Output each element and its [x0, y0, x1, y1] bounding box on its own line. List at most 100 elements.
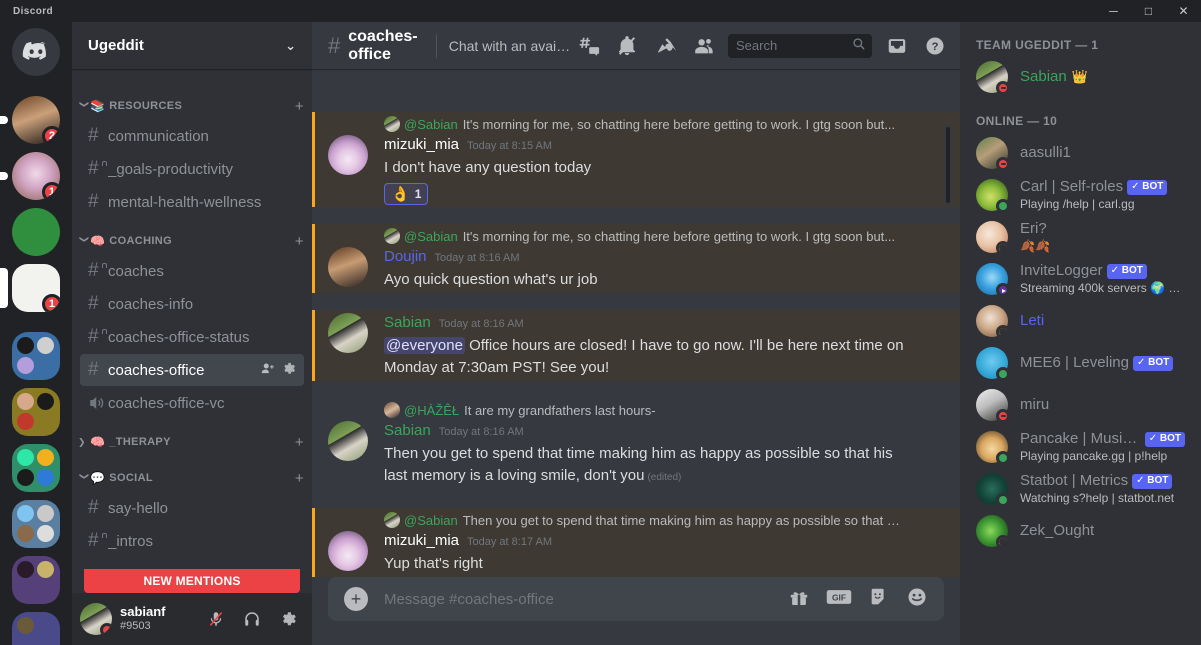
maximize-button[interactable]: □ — [1131, 0, 1166, 22]
server-folder-folder-green[interactable] — [12, 444, 60, 492]
gift-icon[interactable] — [788, 586, 810, 613]
reply-context[interactable]: @Sabian It's morning for me, so chatting … — [384, 114, 912, 134]
channel-coaches[interactable]: # coaches — [80, 255, 304, 287]
message-header: mizuki_mia Today at 8:15 AM — [384, 134, 912, 157]
scrollbar-thumb[interactable] — [944, 125, 952, 205]
channel-coaches-info[interactable]: # coaches-info — [80, 288, 304, 320]
channel-coaches-office-vc[interactable]: coaches-office-vc — [80, 387, 304, 419]
emoji-icon[interactable] — [906, 586, 928, 613]
category-emoji: 📚 — [90, 99, 106, 113]
reply-avatar — [384, 116, 400, 132]
reply-context[interactable]: @HÀŽÊŁ It are my grandfathers last hours- — [384, 400, 912, 420]
message-content: Sabian Today at 8:16 AM Then you get to sp… — [384, 420, 912, 489]
user-identity[interactable]: sabianf #9503 — [120, 604, 166, 633]
member-mee6[interactable]: MEE6 | Leveling ✓ BOT — [968, 342, 1193, 384]
server-icon-home[interactable] — [12, 28, 60, 76]
create-channel-icon[interactable]: + — [295, 98, 304, 115]
attach-file-icon[interactable]: + — [344, 587, 368, 611]
member-zek_ought[interactable]: Zek_Ought — [968, 510, 1193, 552]
channel-coaches-office[interactable]: # coaches-office — [80, 354, 304, 386]
new-mentions-banner[interactable]: NEW MENTIONS — [84, 569, 300, 593]
create-channel-icon[interactable]: + — [295, 434, 304, 451]
server-folder-folder-blue[interactable] — [12, 332, 60, 380]
server-folder-folder-purple[interactable] — [12, 556, 60, 604]
member-eri?[interactable]: Eri? 🍂🍂 — [968, 216, 1193, 258]
server-icon-guild-ugeddit[interactable]: 1 — [12, 264, 60, 312]
member-sabian[interactable]: Sabian 👑 — [968, 56, 1193, 98]
reply-author: @Sabian — [404, 228, 458, 244]
member-aasulli1[interactable]: aasulli1 — [968, 132, 1193, 174]
inbox-icon[interactable] — [880, 29, 914, 63]
member-carl[interactable]: Carl | Self-roles ✓ BOT Playing /help | ca… — [968, 174, 1193, 216]
reply-context[interactable]: @Sabian Then you get to spend that time m… — [384, 510, 912, 530]
headphones-icon[interactable] — [236, 603, 268, 635]
threads-icon[interactable] — [572, 29, 606, 63]
mute-microphone-icon[interactable] — [200, 603, 232, 635]
channel-name: coaches-office — [108, 361, 205, 379]
search-input[interactable]: Search — [728, 33, 872, 58]
member-invitelogger[interactable]: InviteLogger ✓ BOT Streaming 400k servers … — [968, 258, 1193, 300]
member-leti[interactable]: Leti — [968, 300, 1193, 342]
member-pancake[interactable]: Pancake | Music… ✓ BOT Playing pancake.gg … — [968, 426, 1193, 468]
avatar[interactable] — [328, 247, 368, 287]
reply-context[interactable]: @Sabian It's morning for me, so chatting … — [384, 226, 912, 246]
main-content: # coaches-office Chat with an available … — [312, 22, 960, 645]
mention-everyone[interactable]: @everyone — [384, 337, 465, 354]
hash-icon: # — [88, 497, 99, 518]
gear-icon[interactable] — [272, 603, 304, 635]
gif-icon[interactable]: GIF — [826, 587, 852, 612]
message-scroller[interactable]: @Sabian It's morning for me, so chatting … — [312, 69, 960, 577]
message-body: Sabian Today at 8:16 AM @everyone Office h… — [328, 312, 912, 379]
create-channel-icon[interactable]: + — [295, 470, 304, 487]
category-emoji: 🧠 — [90, 234, 106, 248]
member-miru[interactable]: miru — [968, 384, 1193, 426]
create-invite-icon[interactable] — [260, 361, 275, 380]
notifications-muted-icon[interactable] — [610, 29, 644, 63]
member-activity: Watching s?help | statbot.net — [1020, 491, 1175, 506]
chevron-down-icon: ❯ — [79, 235, 90, 243]
member-list[interactable]: TEAM UGEDDIT — 1 Sabian 👑 ONLINE — 10 aasull… — [960, 22, 1201, 645]
server-folder-folder-indigo[interactable] — [12, 612, 60, 645]
channel-mental-health-wellness[interactable]: # mental-health-wellness — [80, 186, 304, 218]
channel-settings-icon[interactable] — [281, 361, 296, 380]
message-input[interactable]: Message #coaches-office — [384, 591, 788, 608]
server-icon-guild-anime-1[interactable]: 2 — [12, 96, 60, 144]
channel-list[interactable]: ❯ 📚 RESOURCES + # communication # _goals-produc… — [72, 69, 312, 593]
server-icon-guild-anime-2[interactable]: 1 — [12, 152, 60, 200]
pinned-messages-icon[interactable] — [648, 29, 682, 63]
member-statbot[interactable]: Statbot | Metrics ✓ BOT Watching s?help | … — [968, 468, 1193, 510]
avatar[interactable] — [328, 313, 368, 353]
channel-say-hello[interactable]: # say-hello — [80, 492, 304, 524]
avatar[interactable] — [80, 603, 112, 635]
status-indicator-online — [996, 493, 1010, 507]
close-button[interactable]: ✕ — [1166, 0, 1201, 22]
avatar-wrap — [976, 61, 1010, 95]
channel-topic[interactable]: Chat with an available coach! — [449, 38, 572, 54]
reaction-pill[interactable]: 👌 1 — [384, 183, 429, 205]
member-info: Eri? 🍂🍂 — [1020, 220, 1185, 253]
channel-category-resources[interactable]: ❯ 📚 RESOURCES + — [72, 93, 312, 119]
message-content: mizuki_mia Today at 8:17 AM Yup that's rig… — [384, 530, 912, 575]
server-folder-folder-olive[interactable] — [12, 388, 60, 436]
channel-coaches-office-status[interactable]: # coaches-office-status — [80, 321, 304, 353]
channel-category-_therapy[interactable]: ❯ 🧠 _THERAPY + — [72, 429, 312, 455]
member-list-icon[interactable] — [686, 29, 720, 63]
sticker-icon[interactable] — [868, 586, 890, 613]
channel-category-coaching[interactable]: ❯ 🧠 COACHING + — [72, 228, 312, 254]
server-icon-guild-folder-green[interactable] — [12, 208, 60, 256]
channel-_goals-productivity[interactable]: # _goals-productivity — [80, 153, 304, 185]
avatar[interactable] — [328, 531, 368, 571]
guild-header[interactable]: Ugeddit ⌄ — [72, 22, 312, 69]
create-channel-icon[interactable]: + — [295, 233, 304, 250]
avatar[interactable] — [328, 135, 368, 175]
minimize-button[interactable]: ─ — [1096, 0, 1131, 22]
help-icon[interactable]: ? — [918, 29, 952, 63]
category-label: _THERAPY — [109, 436, 171, 448]
server-folder-folder-steel[interactable] — [12, 500, 60, 548]
channel-communication[interactable]: # communication — [80, 120, 304, 152]
channel-_intros[interactable]: # _intros — [80, 525, 304, 557]
avatar[interactable] — [328, 421, 368, 461]
channel-category-social[interactable]: ❯ 💬 SOCIAL + — [72, 465, 312, 491]
composer-box[interactable]: + Message #coaches-office GIF — [328, 577, 944, 621]
message: Sabian Today at 8:16 AM @everyone Office h… — [312, 310, 960, 381]
